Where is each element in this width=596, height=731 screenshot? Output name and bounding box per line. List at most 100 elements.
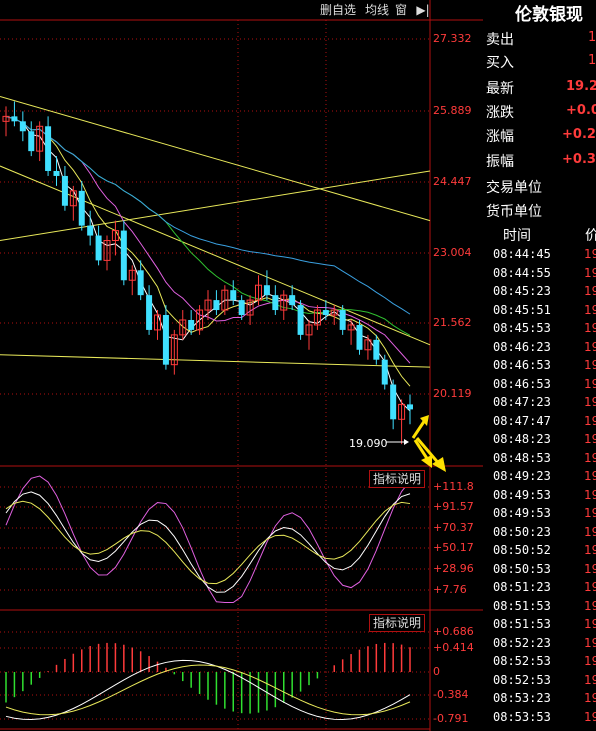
tick-price: 19 — [584, 506, 596, 520]
tick-price: 19 — [584, 247, 596, 261]
tick-time: 08:46:53 — [493, 358, 551, 372]
candle — [19, 121, 26, 132]
price-tick-label: 24.447 — [433, 175, 472, 188]
candle — [53, 170, 60, 176]
macd-tick-label: +0.686 — [433, 625, 474, 638]
tick-price: 19 — [584, 265, 596, 280]
change-value: +0.04 — [566, 103, 596, 118]
tick-price: 19 — [584, 395, 596, 409]
candle — [213, 300, 220, 311]
candle — [78, 190, 85, 226]
candle — [61, 175, 68, 206]
price-tick-label: 27.332 — [433, 32, 472, 45]
tick-price: 19 — [584, 284, 596, 298]
ma-button[interactable]: 均线 — [365, 1, 389, 19]
candle — [381, 359, 388, 385]
osc-tick-label: +70.37 — [433, 521, 474, 534]
tick-time: 08:51:23 — [493, 580, 551, 594]
tick-price: 19 — [584, 709, 596, 724]
tick-time: 08:51:53 — [493, 617, 551, 631]
tick-price: 19 — [584, 450, 596, 465]
macd-tick-label: -0.384 — [433, 688, 469, 701]
tick-time: 08:46:53 — [493, 376, 551, 391]
candle — [272, 295, 279, 311]
tick-time: 08:50:23 — [493, 524, 551, 539]
min-price-label: 19.090 — [349, 437, 388, 450]
price-tick-label: 21.562 — [433, 316, 472, 329]
tick-time: 08:51:53 — [493, 598, 551, 613]
pct-value: +0.21 — [562, 127, 596, 142]
buy-label: 买入 — [486, 55, 514, 71]
trade-unit-label: 交易单位 — [486, 180, 542, 196]
window-button[interactable]: 窗 — [395, 1, 407, 19]
candle — [87, 225, 94, 236]
latest-label: 最新 — [486, 81, 514, 97]
candle — [339, 310, 346, 330]
candle — [45, 126, 52, 171]
macd-tick-label: -0.791 — [433, 712, 469, 725]
ma-line — [5, 115, 411, 412]
osc-line-d — [5, 500, 411, 585]
candle — [356, 324, 363, 350]
instrument-title: 伦敦银现 — [515, 5, 583, 25]
change-label: 涨跌 — [486, 105, 514, 121]
candle — [188, 319, 195, 330]
candle — [95, 235, 102, 261]
play-end-icon[interactable]: ▶| — [414, 1, 432, 19]
tick-time: 08:52:23 — [493, 635, 551, 650]
tick-price: 19 — [584, 487, 596, 502]
tick-time: 08:44:45 — [493, 247, 551, 261]
tick-price: 19 — [584, 635, 596, 650]
candle — [322, 310, 329, 316]
tick-price: 19 — [584, 469, 596, 483]
candle — [137, 270, 144, 296]
trendline — [0, 354, 431, 368]
candle — [390, 384, 397, 420]
osc-tick-label: +7.76 — [433, 583, 467, 596]
tick-price: 19 — [584, 413, 596, 428]
amp-value: +0.33 — [562, 152, 596, 167]
sell-label: 卖出 — [486, 32, 514, 48]
candle — [120, 230, 127, 281]
tick-price: 19 — [584, 376, 596, 391]
candle — [146, 295, 153, 330]
tick-price: 19 — [584, 691, 596, 705]
tick-time: 08:50:53 — [493, 561, 551, 576]
tick-price: 19 — [584, 358, 596, 372]
time-header: 时间 — [503, 228, 531, 244]
candle — [11, 116, 18, 122]
indicator-help-button-1[interactable]: 指标说明 — [369, 470, 426, 488]
macd-tick-label: +0.414 — [433, 641, 474, 654]
price-tick-label: 25.889 — [433, 104, 472, 117]
osc-tick-label: +50.17 — [433, 541, 474, 554]
ma-line — [5, 115, 411, 315]
osc-tick-label: +91.57 — [433, 500, 474, 513]
tick-time: 08:48:23 — [493, 432, 551, 446]
amp-label: 振幅 — [486, 154, 514, 170]
tick-price: 19 — [584, 432, 596, 446]
macd-tick-label: 0 — [433, 665, 440, 678]
currency-unit-label: 货币单位 — [486, 204, 542, 220]
candle — [162, 315, 169, 365]
candle — [407, 404, 413, 410]
tick-price: 19 — [584, 654, 596, 668]
del-watchlist-button[interactable]: 删自选 — [320, 1, 356, 19]
tick-price: 19 — [584, 561, 596, 576]
tick-time: 08:47:23 — [493, 395, 551, 409]
min-marker-arrow — [404, 439, 409, 445]
tick-time: 08:49:53 — [493, 506, 551, 520]
candle — [230, 290, 237, 301]
candle — [263, 285, 270, 296]
tick-time: 08:50:52 — [493, 543, 551, 557]
tick-time: 08:49:23 — [493, 469, 551, 483]
tick-time: 08:53:23 — [493, 691, 551, 705]
tick-time: 08:45:23 — [493, 284, 551, 298]
latest-value: 19.27 — [566, 79, 596, 94]
candle — [297, 305, 304, 335]
tick-price: 19 — [584, 598, 596, 613]
candle — [28, 131, 35, 152]
indicator-help-button-2[interactable]: 指标说明 — [369, 614, 426, 632]
tick-price: 19 — [584, 339, 596, 354]
candle — [238, 300, 245, 316]
price-header: 价 — [585, 228, 596, 244]
